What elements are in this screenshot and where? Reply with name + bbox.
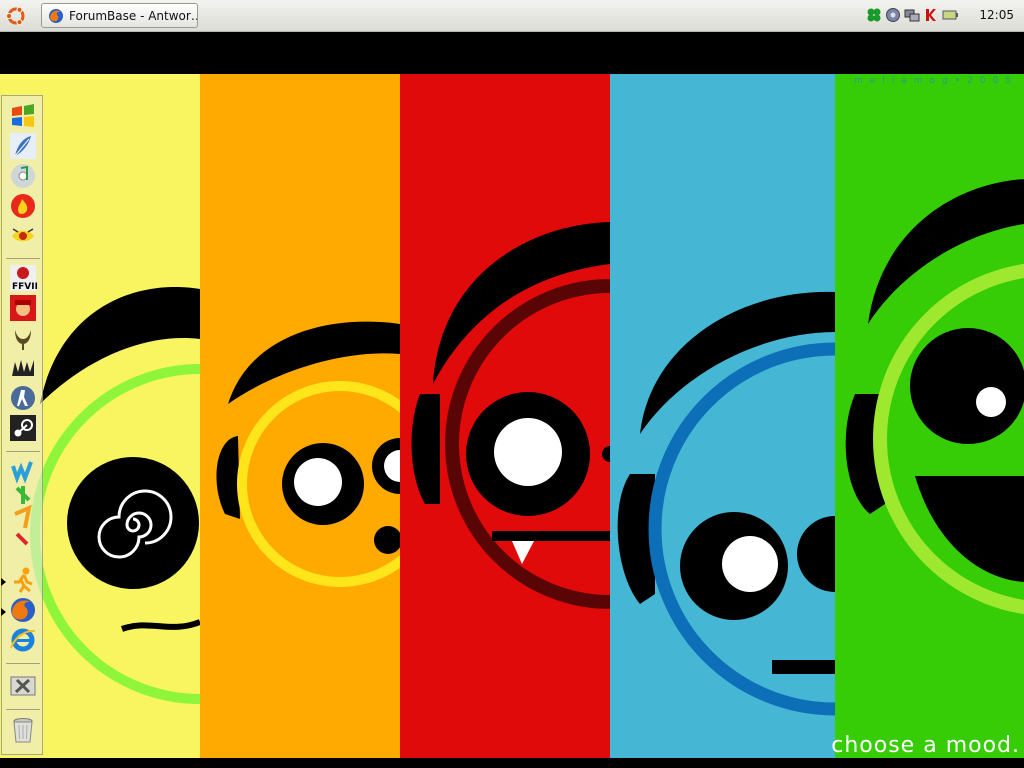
taskbar-window-title: ForumBase - Antwor… — [69, 8, 197, 23]
firefox-icon[interactable] — [9, 596, 37, 624]
wallpaper-stripe-orange — [200, 74, 400, 758]
internet-explorer-icon[interactable] — [9, 626, 37, 654]
tools-icon[interactable] — [9, 672, 37, 700]
ffviii-icon[interactable]: FFVIII — [9, 264, 41, 292]
firefox-icon — [49, 8, 63, 23]
steam-icon[interactable] — [9, 414, 37, 442]
mario-icon[interactable] — [9, 294, 37, 322]
winamp-icon[interactable] — [9, 458, 37, 548]
runner-icon[interactable] — [9, 566, 37, 594]
music-cd-icon[interactable] — [9, 162, 37, 190]
darkage-icon[interactable] — [9, 354, 37, 382]
panel-clock[interactable]: 12:05 — [979, 8, 1014, 22]
firefox-fire-icon[interactable] — [9, 192, 37, 220]
clover-icon[interactable] — [866, 7, 882, 23]
counter-strike-icon[interactable] — [9, 384, 37, 412]
svg-text:FFVIII: FFVIII — [12, 282, 37, 292]
dock-separator — [6, 709, 40, 710]
eye-icon[interactable] — [9, 222, 37, 250]
gear-icon[interactable] — [885, 7, 901, 23]
antivirus-k-icon[interactable] — [923, 7, 939, 23]
system-tray — [866, 7, 958, 23]
launcher-indicator — [1, 608, 6, 616]
wallpaper-caption: choose a mood. — [831, 733, 1020, 758]
left-dock: FFVIII — [1, 95, 43, 755]
ubuntu-logo-icon[interactable] — [5, 5, 27, 27]
dock-separator — [6, 451, 40, 452]
taskbar-window-button[interactable]: ForumBase - Antwor… — [41, 3, 198, 28]
network-icon[interactable] — [904, 7, 920, 23]
top-panel: ForumBase - Antwor… 12:05 — [0, 0, 1024, 32]
trash-icon[interactable] — [9, 716, 37, 744]
launcher-indicator — [1, 578, 6, 586]
dock-separator — [6, 258, 40, 259]
quake-icon[interactable] — [9, 324, 37, 352]
dock-separator — [6, 663, 40, 664]
feather-icon[interactable] — [9, 132, 37, 160]
wallpaper-art — [0, 74, 1024, 758]
desktop-wallpaper — [0, 74, 1024, 758]
battery-icon[interactable] — [942, 7, 958, 23]
windows-icon[interactable] — [9, 102, 37, 130]
wallpaper-credit: mellamog•2005 — [853, 76, 1018, 86]
